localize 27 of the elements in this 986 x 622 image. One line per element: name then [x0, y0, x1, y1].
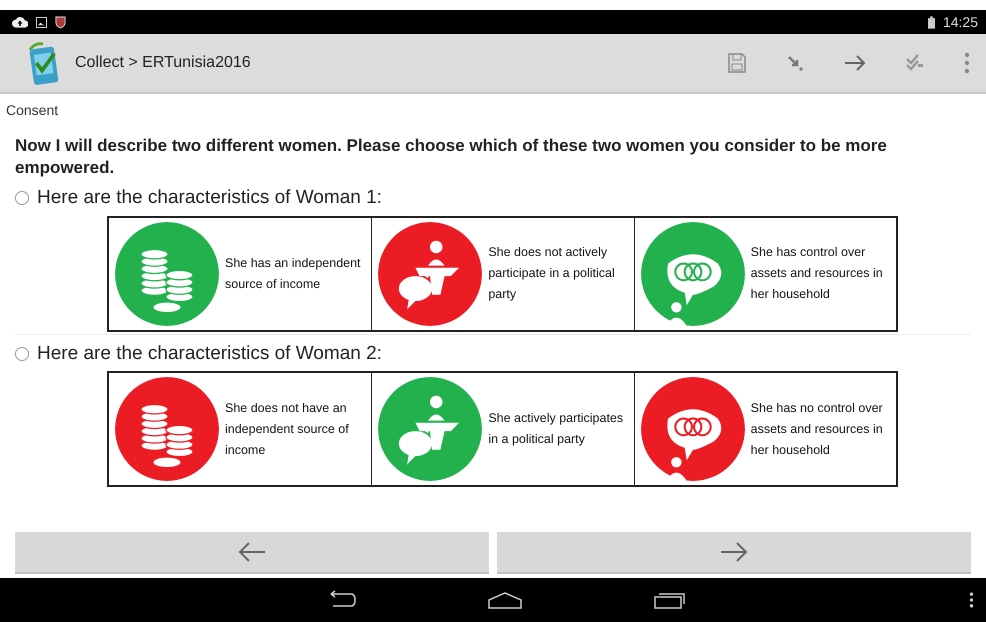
jump-arrow-icon[interactable]: [786, 54, 804, 72]
section-label: Consent: [6, 101, 60, 120]
app-logo-icon[interactable]: [26, 40, 60, 86]
radio-button[interactable]: [15, 346, 29, 361]
radio-option[interactable]: Here are the characteristics of Woman 2:: [15, 340, 971, 368]
image-icon: [36, 16, 47, 28]
radio-option[interactable]: Here are the characteristics of Woman 1:: [15, 184, 971, 212]
battery-icon: [928, 16, 935, 28]
radio-button[interactable]: [15, 191, 29, 206]
clock-time: 14:25: [942, 12, 978, 32]
right-arrow-icon: [720, 541, 748, 563]
home-icon[interactable]: [486, 590, 522, 610]
checklist-icon[interactable]: [906, 54, 924, 72]
overflow-menu-icon[interactable]: [969, 591, 974, 609]
characteristic-text: She does not have an independent source of income: [225, 400, 350, 458]
save-icon[interactable]: [728, 53, 746, 73]
question-text: Now I will describe two different women. Please choose which of these two women you consider to be more empowered.: [15, 135, 888, 179]
forward-arrow-icon[interactable]: [844, 54, 866, 72]
breadcrumb-title: Collect > ERTunisia2016: [75, 53, 251, 73]
characteristic-text: She has an independent source of income: [225, 254, 362, 292]
shield-icon: [55, 16, 66, 28]
characteristic-text: She has no control over assets and resources in her household: [750, 400, 884, 458]
left-arrow-icon: [238, 541, 266, 563]
characteristic-text: She has control over assets and resources in her household: [750, 244, 884, 303]
characteristic-text: She actively participates in a political party: [488, 410, 624, 448]
characteristic-text: She does not actively participate in a political party: [488, 244, 616, 303]
cloud-upload-icon: [12, 16, 28, 28]
